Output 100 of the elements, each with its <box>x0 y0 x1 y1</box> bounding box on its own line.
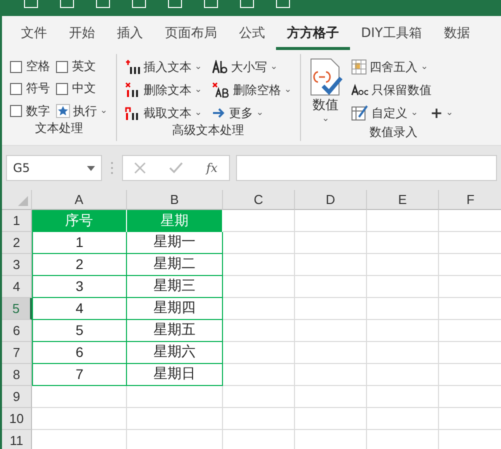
document-check-icon <box>308 58 343 96</box>
row-header[interactable]: 10 <box>2 408 32 430</box>
table-cell <box>295 298 367 320</box>
table-cell: 星期三 <box>127 276 223 298</box>
table-cell <box>295 386 367 408</box>
table-cell <box>367 408 439 430</box>
table-cell <box>295 276 367 298</box>
name-box[interactable]: G5 <box>6 155 102 181</box>
trim-spaces-icon <box>212 82 230 98</box>
toolbar-icon[interactable] <box>168 0 182 8</box>
group-title: 数值录入 <box>368 124 419 141</box>
column-header[interactable]: F <box>439 190 501 210</box>
checkbox-box[interactable] <box>10 82 22 94</box>
table-cell: 1 <box>32 232 127 254</box>
table-cell <box>295 408 367 430</box>
row-header[interactable]: 9 <box>2 386 32 408</box>
table-cell <box>295 232 367 254</box>
checkbox-label: 空格 <box>26 58 50 75</box>
delete-text-icon <box>124 82 141 98</box>
row-header[interactable]: 2 <box>2 232 32 254</box>
ribbon-tab[interactable]: 文件 <box>10 16 58 50</box>
table-cell: 星期日 <box>127 364 223 386</box>
toolbar-icon[interactable] <box>24 0 38 8</box>
column-header[interactable]: E <box>367 190 439 210</box>
command-button[interactable]: 截取文本 ⌄ <box>124 104 202 122</box>
table-cell <box>223 298 295 320</box>
table-cell <box>223 386 295 408</box>
table-cell: 7 <box>32 364 127 386</box>
table-cell: 星期 <box>127 210 223 232</box>
table-cell: 5 <box>32 320 127 342</box>
toolbar-icon[interactable] <box>132 0 146 8</box>
command-button[interactable]: 更多 ⌄ <box>212 104 292 122</box>
table-cell <box>367 320 439 342</box>
command-button[interactable]: 自定义 ⌄ <box>350 104 418 122</box>
checkbox[interactable]: 中文 <box>56 80 108 97</box>
column-header[interactable]: C <box>223 190 295 210</box>
abc-icon <box>350 84 369 96</box>
command-button[interactable]: 删除文本 ⌄ <box>124 81 202 99</box>
toolbar-icon[interactable] <box>60 0 74 8</box>
formula-input[interactable] <box>236 155 497 181</box>
toolbar-icon[interactable] <box>276 0 290 8</box>
checkbox-box[interactable] <box>56 82 68 94</box>
numeric-button[interactable]: 数值 ⌄ <box>308 58 343 124</box>
column-header[interactable]: A <box>32 190 127 210</box>
row-header[interactable]: 4 <box>2 276 32 298</box>
row-header[interactable]: 1 <box>2 210 32 232</box>
ribbon-tab[interactable]: 数据 <box>432 16 481 50</box>
row-header[interactable]: 8 <box>2 364 32 386</box>
row-header[interactable]: 7 <box>2 342 32 364</box>
checkbox-label: 中文 <box>72 80 96 97</box>
table-cell <box>223 364 295 386</box>
table-cell <box>223 276 295 298</box>
checkbox[interactable]: 数字 <box>10 102 50 120</box>
table-cell: 4 <box>32 298 127 320</box>
check-icon[interactable] <box>169 162 184 174</box>
command-button[interactable]: 只保留数值 <box>350 81 432 99</box>
table-cell <box>223 210 295 232</box>
row-header[interactable]: 6 <box>2 320 32 342</box>
table-cell: 星期六 <box>127 342 223 364</box>
command-button[interactable]: 四舍五入 ⌄ <box>350 58 428 76</box>
column-header[interactable]: B <box>127 190 223 210</box>
table-cell <box>367 342 439 364</box>
table-cell <box>367 276 439 298</box>
column-header[interactable]: D <box>295 190 367 210</box>
toolbar-icon[interactable] <box>96 0 110 8</box>
row-header[interactable]: 5 <box>2 298 32 320</box>
checkbox[interactable]: 空格 <box>10 58 50 75</box>
command-button[interactable]: 大小写 ⌄ <box>212 58 292 76</box>
ribbon-tab[interactable]: DIY工具箱 <box>350 16 433 50</box>
ribbon-tab[interactable]: 开始 <box>58 16 106 50</box>
row-header[interactable]: 3 <box>2 254 32 276</box>
table-cell <box>295 254 367 276</box>
command-button[interactable]: + ⌄ <box>430 104 454 122</box>
checkbox-box[interactable] <box>10 105 22 117</box>
table-cell <box>367 254 439 276</box>
command-button[interactable]: 插入文本 ⌄ <box>124 58 202 76</box>
table-cell <box>223 320 295 342</box>
checkbox-label: 符号 <box>26 80 50 97</box>
command-button[interactable]: 删除空格 ⌄ <box>212 81 292 99</box>
table-cell <box>367 386 439 408</box>
insert-function-button[interactable]: fx <box>206 161 218 175</box>
row-header[interactable]: 11 <box>2 430 32 449</box>
checkbox[interactable]: 符号 <box>10 80 50 97</box>
table-cell: 星期五 <box>127 320 223 342</box>
checkbox-box[interactable] <box>56 60 68 72</box>
ribbon-tab[interactable]: 公式 <box>228 16 276 50</box>
extract-text-icon <box>124 105 141 121</box>
table-cell <box>223 232 295 254</box>
checkbox-box[interactable] <box>10 60 22 72</box>
ribbon-tab[interactable]: 页面布局 <box>154 16 228 50</box>
table-cell <box>295 210 367 232</box>
run-button[interactable]: 执行 ⌄ <box>56 102 108 120</box>
star-icon <box>56 104 70 118</box>
table-cell: 2 <box>32 254 127 276</box>
grip-icon <box>108 161 116 175</box>
toolbar-icon[interactable] <box>240 0 254 8</box>
checkbox[interactable]: 英文 <box>56 58 108 75</box>
ribbon-tab[interactable]: 插入 <box>106 16 154 50</box>
toolbar-icon[interactable] <box>204 0 218 8</box>
table-cell: 3 <box>32 276 127 298</box>
